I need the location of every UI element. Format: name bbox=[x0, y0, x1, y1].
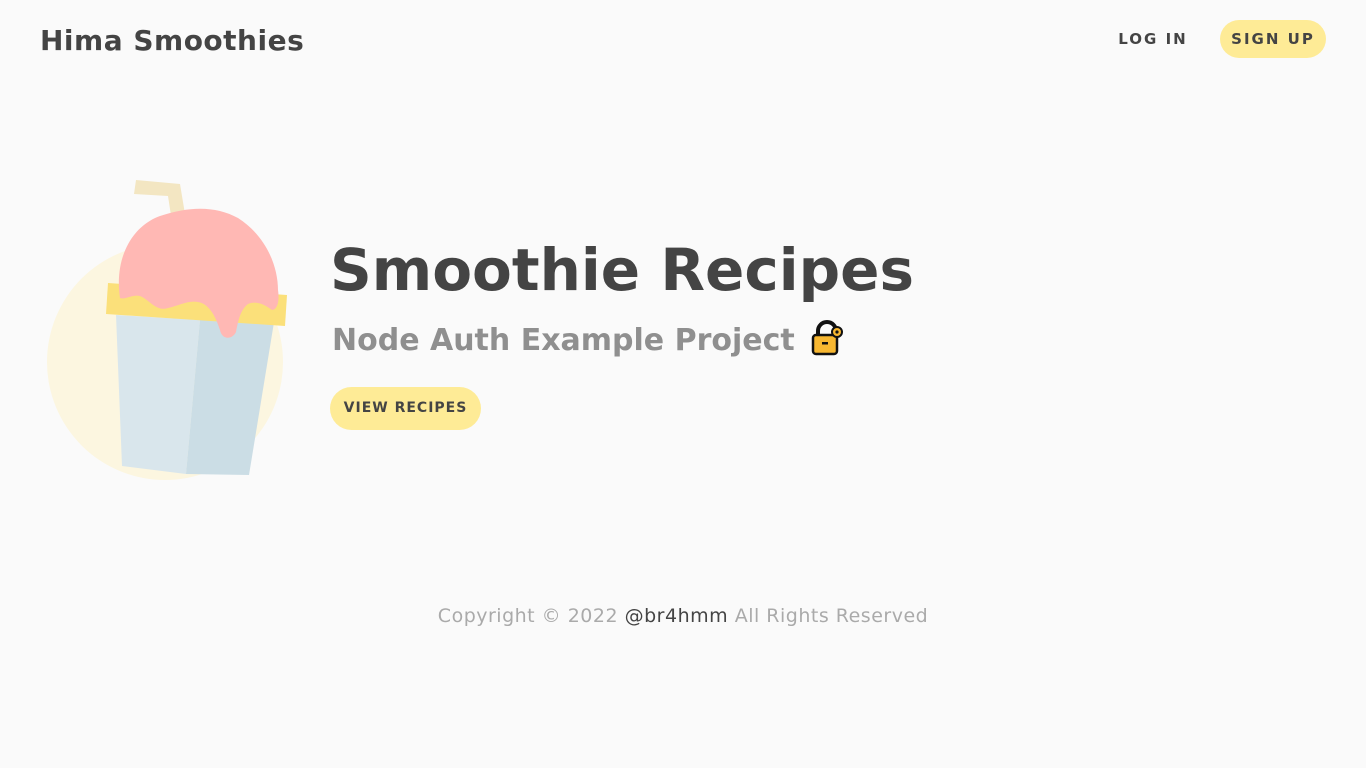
footer: Copyright © 2022 @br4hmm All Rights Rese… bbox=[0, 605, 1366, 627]
copyright-text: Copyright © 2022 bbox=[437, 605, 619, 627]
smoothie-cup-icon bbox=[40, 170, 300, 490]
login-button[interactable]: LOG IN bbox=[1108, 20, 1198, 58]
view-recipes-button[interactable]: VIEW RECIPES bbox=[330, 387, 481, 430]
page-title: Smoothie Recipes bbox=[330, 236, 914, 304]
rights-text: All Rights Reserved bbox=[734, 605, 929, 627]
author-handle-link[interactable]: @br4hmm bbox=[625, 605, 729, 627]
lock-icon bbox=[809, 319, 845, 360]
signup-button[interactable]: SIGN UP bbox=[1220, 20, 1326, 58]
page-subtitle: Node Auth Example Project bbox=[332, 322, 795, 358]
subtitle-row: Node Auth Example Project bbox=[332, 318, 845, 362]
brand-logo[interactable]: Hima Smoothies bbox=[40, 24, 304, 57]
navbar: Hima Smoothies LOG IN SIGN UP bbox=[0, 0, 1366, 80]
